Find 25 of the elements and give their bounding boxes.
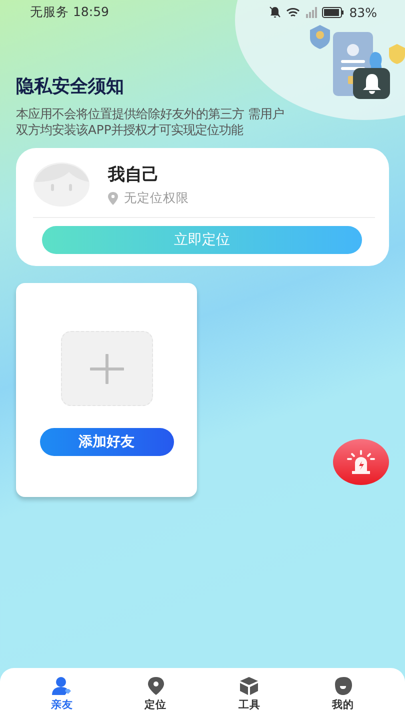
nav-tab[interactable]: 亲友	[36, 676, 87, 712]
location-pin-icon	[108, 192, 118, 204]
wifi-icon	[286, 6, 300, 18]
nav-tab[interactable]: 工具	[224, 676, 274, 712]
plus-icon	[90, 354, 124, 384]
pin-icon	[146, 676, 166, 696]
notification-button[interactable]	[353, 68, 390, 99]
face-icon	[332, 676, 354, 696]
nav-tab[interactable]: 定位	[130, 676, 181, 712]
privacy-title: 隐私安全须知	[16, 75, 124, 98]
mute-icon	[269, 6, 282, 18]
status-text: 无服务 18:59	[30, 4, 110, 20]
bell-icon	[362, 72, 382, 94]
box-icon	[238, 676, 260, 696]
battery-icon	[322, 6, 344, 18]
nav-tab[interactable]: 我的	[318, 676, 368, 712]
privacy-description: 本应用不会将位置提供给除好友外的第三方 需用户双方均安装该APP并授权才可实现定位功能	[16, 106, 284, 138]
add-friend-button[interactable]: 添加好友	[40, 428, 174, 456]
avatar-icon	[33, 162, 90, 207]
battery-percent: 83%	[349, 4, 377, 20]
siren-icon	[346, 449, 376, 475]
location-status: 无定位权限	[124, 190, 189, 206]
person-icon	[50, 676, 73, 696]
user-name: 我自己	[108, 164, 159, 186]
signal-icon	[305, 6, 318, 18]
